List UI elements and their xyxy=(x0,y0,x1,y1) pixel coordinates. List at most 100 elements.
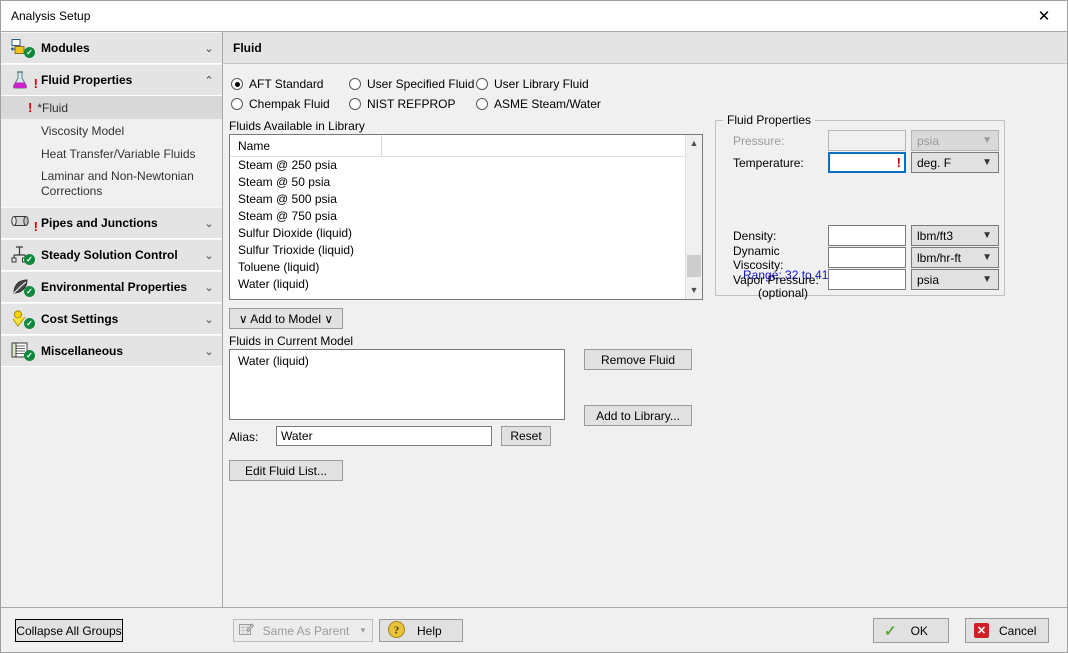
pressure-input xyxy=(828,130,906,151)
chevron-down-icon[interactable]: ⌄ xyxy=(196,249,222,262)
density-input[interactable] xyxy=(828,225,906,246)
chevron-up-icon[interactable]: ▲ xyxy=(686,135,702,152)
list-item[interactable]: Sulfur Dioxide (liquid) xyxy=(230,225,685,242)
sidebar-item-fluid[interactable]: ! *Fluid xyxy=(1,96,222,119)
sidebar-item-label: Heat Transfer/Variable Fluids xyxy=(41,146,196,161)
sidebar-group-environmental-properties[interactable]: ✓ Environmental Properties ⌄ xyxy=(1,271,222,303)
same-as-parent-dropdown[interactable]: Same As Parent ▾ xyxy=(233,619,373,642)
warning-icon: ! xyxy=(896,155,901,170)
vapor-pressure-label: Vapor Pressure: xyxy=(733,272,819,287)
dynamic-viscosity-input[interactable] xyxy=(828,247,906,268)
column-header-name[interactable]: Name xyxy=(230,135,382,157)
library-list-header: Name xyxy=(230,135,685,157)
dynamic-viscosity-unit-select[interactable]: lbm/hr-ft ▼ xyxy=(911,247,999,268)
radio-label: ASME Steam/Water xyxy=(494,97,601,111)
radio-user-library-fluid[interactable]: User Library Fluid xyxy=(476,77,589,91)
chevron-down-icon: ▼ xyxy=(982,157,992,168)
list-item[interactable]: Steam @ 250 psia xyxy=(230,157,685,174)
density-unit-value: lbm/ft3 xyxy=(917,228,954,243)
radio-row-2: Chempak Fluid NIST REFPROP ASME Steam/Wa… xyxy=(231,94,651,114)
collapse-all-groups-button[interactable]: Collapse All Groups xyxy=(15,619,123,642)
chevron-down-icon[interactable]: ▼ xyxy=(686,282,702,299)
radio-dot-icon xyxy=(349,78,361,90)
cancel-button[interactable]: ✕ Cancel xyxy=(965,618,1049,643)
status-check-icon: ✓ xyxy=(24,318,35,329)
vapor-pressure-unit-select[interactable]: psia ▼ xyxy=(911,269,999,290)
ok-label: OK xyxy=(910,623,928,638)
radio-aft-standard[interactable]: AFT Standard xyxy=(231,77,349,91)
radio-label: User Library Fluid xyxy=(494,77,589,91)
sidebar-group-steady-solution-control[interactable]: ✓ Steady Solution Control ⌄ xyxy=(1,239,222,271)
sidebar-item-label: Viscosity Model xyxy=(41,123,125,138)
help-button[interactable]: ? Help xyxy=(379,619,463,642)
chevron-down-icon[interactable]: ⌄ xyxy=(196,217,222,230)
current-model-label: Fluids in Current Model xyxy=(229,334,354,348)
radio-label: Chempak Fluid xyxy=(249,97,330,111)
list-item[interactable]: Sulfur Trioxide (liquid) xyxy=(230,242,685,259)
chevron-down-icon[interactable]: ⌄ xyxy=(196,281,222,294)
edit-fluid-list-button[interactable]: Edit Fluid List... xyxy=(229,460,343,481)
remove-fluid-button[interactable]: Remove Fluid xyxy=(584,349,692,370)
sidebar-item-laminar-corrections[interactable]: Laminar and Non-Newtonian Corrections xyxy=(1,165,222,202)
footer-bar: Collapse All Groups Same As Parent ▾ ? H… xyxy=(1,607,1067,652)
dynamic-viscosity-label: Dynamic Viscosity: xyxy=(733,243,784,272)
current-model-list-box[interactable]: Water (liquid) xyxy=(229,349,565,420)
chevron-down-icon[interactable]: ⌄ xyxy=(196,313,222,326)
radio-dot-icon xyxy=(476,78,488,90)
list-item[interactable]: Steam @ 500 psia xyxy=(230,191,685,208)
question-icon: ? xyxy=(388,620,405,641)
radio-asme-steam-water[interactable]: ASME Steam/Water xyxy=(476,97,601,111)
status-check-icon: ✓ xyxy=(24,350,35,361)
list-item[interactable]: Steam @ 50 psia xyxy=(230,174,685,191)
modules-icon: ✓ xyxy=(10,38,41,58)
chevron-down-icon: ▾ xyxy=(360,625,366,635)
radio-nist-refprop[interactable]: NIST REFPROP xyxy=(349,97,476,111)
leaf-icon: ✓ xyxy=(11,277,41,297)
reset-button[interactable]: Reset xyxy=(501,426,551,446)
sidebar-item-heat-transfer[interactable]: Heat Transfer/Variable Fluids xyxy=(1,142,222,165)
chevron-up-icon[interactable]: ⌃ xyxy=(196,74,222,87)
ok-button[interactable]: ✓ OK xyxy=(873,618,949,643)
library-list-box[interactable]: Name Steam @ 250 psia Steam @ 50 psia St… xyxy=(229,134,703,300)
pressure-label: Pressure: xyxy=(733,133,785,148)
sidebar-group-modules[interactable]: ✓ Modules ⌄ xyxy=(1,32,222,64)
sidebar-item-viscosity-model[interactable]: Viscosity Model xyxy=(1,119,222,142)
sidebar-group-fluid-properties[interactable]: ! Fluid Properties ⌃ xyxy=(1,64,222,96)
temperature-input[interactable]: ! xyxy=(828,152,906,173)
list-item[interactable]: Water (liquid) xyxy=(238,353,564,370)
sidebar-group-label: Modules xyxy=(41,41,90,55)
flask-icon: ! xyxy=(11,70,41,90)
chevron-down-icon: ▼ xyxy=(982,274,992,285)
radio-row-1: AFT Standard User Specified Fluid User L… xyxy=(231,74,651,94)
radio-label: User Specified Fluid xyxy=(367,77,475,91)
main-panel: Fluid AFT Standard User Specified Fluid xyxy=(223,31,1067,607)
status-warning-icon: ! xyxy=(33,76,38,91)
sidebar-group-pipes-and-junctions[interactable]: ! Pipes and Junctions ⌄ xyxy=(1,207,222,239)
chevron-down-icon[interactable]: ⌄ xyxy=(196,42,222,55)
solution-icon: ✓ xyxy=(11,245,41,265)
scrollbar-thumb[interactable] xyxy=(687,255,701,277)
pressure-unit-value: psia xyxy=(917,133,940,148)
sidebar-group-cost-settings[interactable]: ✓ Cost Settings ⌄ xyxy=(1,303,222,335)
radio-chempak-fluid[interactable]: Chempak Fluid xyxy=(231,97,349,111)
chevron-down-icon: ▼ xyxy=(982,252,992,263)
add-to-library-button[interactable]: Add to Library... xyxy=(584,405,692,426)
temperature-unit-select[interactable]: deg. F ▼ xyxy=(911,152,999,173)
radio-user-specified-fluid[interactable]: User Specified Fluid xyxy=(349,77,476,91)
list-icon: ✓ xyxy=(11,341,41,361)
density-unit-select[interactable]: lbm/ft3 ▼ xyxy=(911,225,999,246)
add-to-model-button[interactable]: ∨ Add to Model ∨ xyxy=(229,308,343,329)
library-list-content: Name Steam @ 250 psia Steam @ 50 psia St… xyxy=(230,135,685,299)
library-scrollbar[interactable]: ▲ ▼ xyxy=(685,135,702,299)
close-icon[interactable]: ✕ xyxy=(1021,1,1067,30)
list-item[interactable]: Toluene (liquid) xyxy=(230,259,685,276)
alias-input[interactable] xyxy=(276,426,492,446)
list-item[interactable]: Steam @ 750 psia xyxy=(230,208,685,225)
chevron-down-icon[interactable]: ⌄ xyxy=(196,345,222,358)
chevron-down-icon: ▼ xyxy=(982,135,992,146)
vapor-pressure-input[interactable] xyxy=(828,269,906,290)
dynamic-viscosity-unit-value: lbm/hr-ft xyxy=(917,250,962,265)
list-item[interactable]: Water (liquid) xyxy=(230,276,685,293)
sidebar-group-miscellaneous[interactable]: ✓ Miscellaneous ⌄ xyxy=(1,335,222,367)
dialog-body: ✓ Modules ⌄ ! Fluid Properties ⌃ ! *Flui… xyxy=(1,31,1067,607)
